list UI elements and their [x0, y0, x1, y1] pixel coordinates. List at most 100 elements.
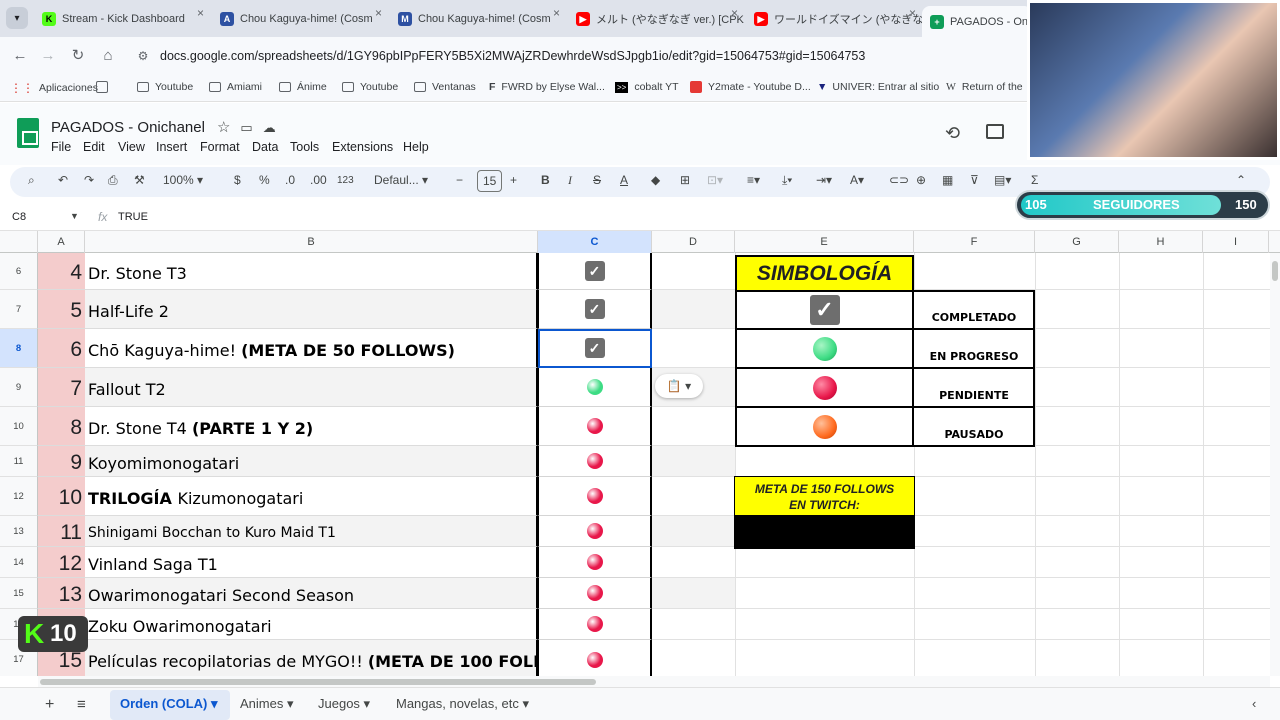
- menu-extensions[interactable]: Extensions: [332, 140, 393, 154]
- browser-tab[interactable]: ▶ メルト (やなぎなぎ ver.) [CPK ×: [568, 6, 746, 31]
- menu-format[interactable]: Format: [200, 140, 240, 154]
- home-icon[interactable]: ⌂: [98, 46, 118, 66]
- red-dot-icon[interactable]: [586, 488, 603, 504]
- row-number-cell[interactable]: 7: [38, 368, 85, 407]
- font-select[interactable]: Defaul... ▾: [374, 173, 428, 187]
- browser-tab-active[interactable]: +PAGADOS - Onich: [922, 6, 1032, 37]
- title-cell[interactable]: Zoku Owarimonogatari: [85, 609, 538, 640]
- site-info-icon[interactable]: ⚙: [133, 46, 153, 66]
- grid-icon[interactable]: [96, 81, 114, 93]
- search-menus-icon[interactable]: ⌕: [28, 173, 35, 188]
- star-icon[interactable]: ☆: [217, 119, 230, 136]
- italic-button[interactable]: I: [568, 173, 572, 188]
- row-number-cell[interactable]: 10: [38, 477, 85, 516]
- row-header[interactable]: 15: [0, 578, 38, 609]
- row-number-cell[interactable]: 11: [38, 516, 85, 547]
- title-cell[interactable]: Owarimonogatari Second Season: [85, 578, 538, 609]
- status-cell[interactable]: [538, 578, 652, 609]
- undo-icon[interactable]: ↶: [58, 173, 68, 187]
- number-format-button[interactable]: 123: [337, 175, 354, 186]
- increase-font-size-button[interactable]: +: [510, 173, 517, 187]
- tab-search-icon[interactable]: ▾: [6, 7, 28, 29]
- bookmark-link[interactable]: Y2mate - Youtube D...: [690, 81, 811, 93]
- bookmark-link[interactable]: >> cobalt YT: [615, 81, 679, 93]
- menu-edit[interactable]: Edit: [83, 140, 105, 154]
- row-number-cell[interactable]: 5: [38, 290, 85, 329]
- sheet-tab[interactable]: Juegos ▾: [318, 696, 370, 712]
- title-cell[interactable]: TRILOGÍA Kizumonogatari: [85, 477, 538, 516]
- insert-chart-icon[interactable]: ▦: [942, 173, 953, 187]
- paste-options-icon[interactable]: 📋 ▾: [655, 374, 703, 398]
- title-cell[interactable]: Shinigami Bocchan to Kuro Maid T1: [85, 516, 538, 547]
- status-cell[interactable]: [538, 477, 652, 516]
- status-cell[interactable]: [538, 547, 652, 578]
- all-sheets-icon[interactable]: ≡: [77, 696, 86, 713]
- row-number-cell[interactable]: 8: [38, 407, 85, 446]
- cell-grid[interactable]: 6 4 Dr. Stone T3 ✓ 7 5 Half-Life 2 ✓ 8 6 Chō Kaguy…: [0, 253, 1270, 676]
- title-cell[interactable]: Dr. Stone T4 (PARTE 1 Y 2): [85, 407, 538, 446]
- version-history-icon[interactable]: ⟲: [945, 123, 960, 144]
- menu-insert[interactable]: Insert: [156, 140, 187, 154]
- red-dot-icon[interactable]: [586, 616, 603, 632]
- formula-input[interactable]: TRUE: [118, 211, 148, 223]
- red-dot-icon[interactable]: [586, 523, 603, 539]
- forward-arrow-icon[interactable]: →: [38, 46, 58, 66]
- move-folder-icon[interactable]: ▭: [240, 120, 252, 135]
- title-cell[interactable]: Koyomimonogatari: [85, 446, 538, 477]
- status-cell[interactable]: [538, 446, 652, 477]
- status-cell[interactable]: [538, 609, 652, 640]
- red-dot-icon[interactable]: [586, 418, 603, 434]
- url-field[interactable]: docs.google.com/spreadsheets/d/1GY96pbIP…: [160, 49, 865, 63]
- column-header[interactable]: A: [38, 231, 85, 253]
- document-title[interactable]: PAGADOS - Onichanel ☆ ▭ ☁: [51, 118, 276, 136]
- insert-link-icon[interactable]: ⊂⊃: [889, 173, 909, 187]
- reload-icon[interactable]: ↻: [68, 46, 88, 66]
- title-cell[interactable]: Dr. Stone T3: [85, 253, 538, 290]
- checkbox-checked-icon[interactable]: ✓: [584, 299, 605, 319]
- menu-tools[interactable]: Tools: [290, 140, 319, 154]
- red-dot-icon[interactable]: [586, 554, 603, 570]
- menu-view[interactable]: View: [118, 140, 145, 154]
- bookmark-folder[interactable]: Youtube: [137, 81, 193, 93]
- close-icon[interactable]: ×: [731, 6, 738, 20]
- title-cell[interactable]: Half-Life 2: [85, 290, 538, 329]
- title-cell[interactable]: Chō Kaguya-hime! (META DE 50 FOLLOWS): [85, 329, 538, 368]
- bookmark-link[interactable]: W Return of the: [946, 81, 1023, 93]
- horizontal-scrollbar[interactable]: [38, 676, 1270, 687]
- status-cell[interactable]: [538, 407, 652, 446]
- bookmark-folder[interactable]: Ventanas: [414, 81, 476, 93]
- status-cell[interactable]: [538, 516, 652, 547]
- title-cell[interactable]: Vinland Saga T1: [85, 547, 538, 578]
- currency-button[interactable]: $: [234, 173, 241, 187]
- row-number-cell[interactable]: 9: [38, 446, 85, 477]
- title-cell[interactable]: Fallout T2: [85, 368, 538, 407]
- close-icon[interactable]: ×: [909, 6, 916, 20]
- bookmark-folder[interactable]: Youtube: [342, 81, 398, 93]
- status-cell[interactable]: [538, 368, 652, 407]
- column-header-selected[interactable]: C: [538, 231, 652, 253]
- borders-icon[interactable]: ⊞: [680, 173, 690, 187]
- row-header[interactable]: 13: [0, 516, 38, 547]
- column-header[interactable]: H: [1119, 231, 1203, 253]
- column-header[interactable]: D: [652, 231, 735, 253]
- sheet-tab[interactable]: Mangas, novelas, etc ▾: [396, 696, 529, 712]
- column-header[interactable]: I: [1203, 231, 1269, 253]
- decrease-font-size-button[interactable]: −: [456, 173, 463, 187]
- horizontal-align-icon[interactable]: ≡▾: [747, 173, 760, 187]
- filter-icon[interactable]: ⊽: [970, 173, 979, 187]
- red-dot-icon[interactable]: [586, 453, 603, 469]
- browser-tab[interactable]: M Chou Kaguya-hime! (Cosm ×: [390, 6, 568, 31]
- checkbox-checked-icon[interactable]: ✓: [584, 261, 605, 281]
- merge-cells-icon[interactable]: ⊡▾: [707, 173, 723, 187]
- green-dot-icon[interactable]: [586, 379, 603, 395]
- status-cell[interactable]: [538, 640, 652, 676]
- red-dot-icon[interactable]: [586, 651, 603, 668]
- menu-file[interactable]: File: [51, 140, 71, 154]
- sheet-tab[interactable]: Animes ▾: [240, 696, 294, 712]
- status-cell[interactable]: ✓: [538, 329, 652, 368]
- column-header[interactable]: E: [735, 231, 914, 253]
- browser-tab[interactable]: ▶ ワールドイズマイン (やなぎなぎ ×: [746, 6, 924, 31]
- comments-icon[interactable]: [986, 124, 1004, 139]
- sheet-tab-label[interactable]: Orden (COLA) ▾: [120, 696, 218, 712]
- collapse-toolbar-icon[interactable]: ⌃: [1236, 173, 1246, 187]
